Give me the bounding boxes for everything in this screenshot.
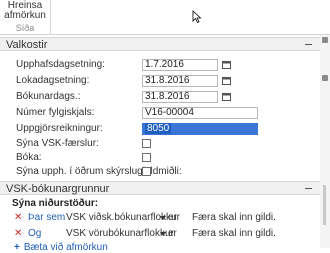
collapse-icon[interactable]: [305, 188, 312, 189]
filter-value[interactable]: Færa skal inn gildi.: [192, 212, 276, 224]
post-checkbox[interactable]: [142, 153, 151, 162]
document-no-label: Númer fylgiskjals:: [16, 107, 95, 118]
valkostir-section-header[interactable]: Valkostir: [0, 37, 320, 51]
calendar-icon[interactable]: [222, 76, 231, 85]
filter-operator: er: [168, 228, 177, 239]
posting-date-input[interactable]: 31.8.2016: [142, 91, 218, 103]
page-scrollbar[interactable]: [320, 35, 330, 248]
scroll-marker-icon: [322, 75, 328, 81]
show-additional-currency-label: Sýna upph. í öðrum skýrslugjaldmiðli:: [16, 166, 182, 177]
filter-row: ✕ Þar sem VSK viðsk.bókunarflokkur er Fæ…: [14, 212, 314, 224]
settlement-account-value: 8050: [145, 123, 172, 134]
end-date-label: Lokadagsetning:: [16, 75, 90, 86]
mouse-cursor-icon: [192, 10, 202, 23]
scroll-up-icon[interactable]: [322, 37, 328, 43]
filter-conjunction: Og: [28, 228, 42, 239]
remove-filter-icon[interactable]: ✕: [14, 228, 22, 240]
calendar-icon[interactable]: [222, 92, 231, 101]
post-label: Bóka:: [16, 152, 42, 163]
calendar-icon[interactable]: [222, 60, 231, 69]
collapse-icon[interactable]: [305, 44, 312, 45]
ribbon-group-label: Síða: [15, 23, 35, 33]
document-no-input[interactable]: V16-00004: [142, 107, 258, 119]
chevron-down-icon[interactable]: [160, 216, 166, 220]
filter-operator: er: [168, 212, 177, 223]
vsk-title: VSK-bókunargrunnur: [6, 183, 110, 195]
settlement-account-input[interactable]: 8050: [142, 123, 258, 135]
valkostir-title: Valkostir: [6, 39, 48, 51]
show-vat-entries-checkbox[interactable]: [142, 139, 151, 148]
show-vat-entries-label: Sýna VSK-færslur:: [16, 138, 99, 149]
filter-row: ✕ Og VSK vörubókunarflokkur er Færa skal…: [14, 228, 314, 240]
filter-field[interactable]: VSK vörubókunarflokkur: [66, 228, 174, 240]
clear-filter-label-line2: afmörkun: [4, 10, 46, 21]
remove-filter-icon[interactable]: ✕: [14, 212, 22, 224]
end-date-value: 31.8.2016: [145, 75, 190, 86]
start-date-value: 1.7.2016: [145, 59, 184, 70]
posting-date-value: 31.8.2016: [145, 91, 190, 102]
end-date-input[interactable]: 31.8.2016: [142, 75, 218, 87]
add-filter-link[interactable]: + Bæta við afmörkun: [14, 243, 108, 253]
filter-conjunction: Þar sem: [28, 212, 66, 223]
start-date-label: Upphafsdagsetning:: [16, 59, 105, 70]
scroll-thumb[interactable]: [323, 185, 326, 225]
document-no-value: V16-00004: [145, 107, 194, 118]
start-date-input[interactable]: 1.7.2016: [142, 59, 218, 71]
posting-date-label: Bókunardags.:: [16, 91, 81, 102]
show-additional-currency-checkbox[interactable]: [142, 167, 151, 176]
clear-filter-button[interactable]: Hreinsa afmörkun Síða: [0, 0, 51, 34]
chevron-down-icon[interactable]: [160, 232, 166, 236]
filter-title: Sýna niðurstöður:: [12, 198, 99, 209]
vsk-section-header[interactable]: VSK-bókunargrunnur: [0, 181, 320, 195]
ribbon: Hreinsa afmörkun Síða: [0, 0, 330, 35]
settlement-account-label: Uppgjörsreikningur:: [16, 123, 103, 134]
filter-value[interactable]: Færa skal inn gildi.: [192, 228, 276, 240]
